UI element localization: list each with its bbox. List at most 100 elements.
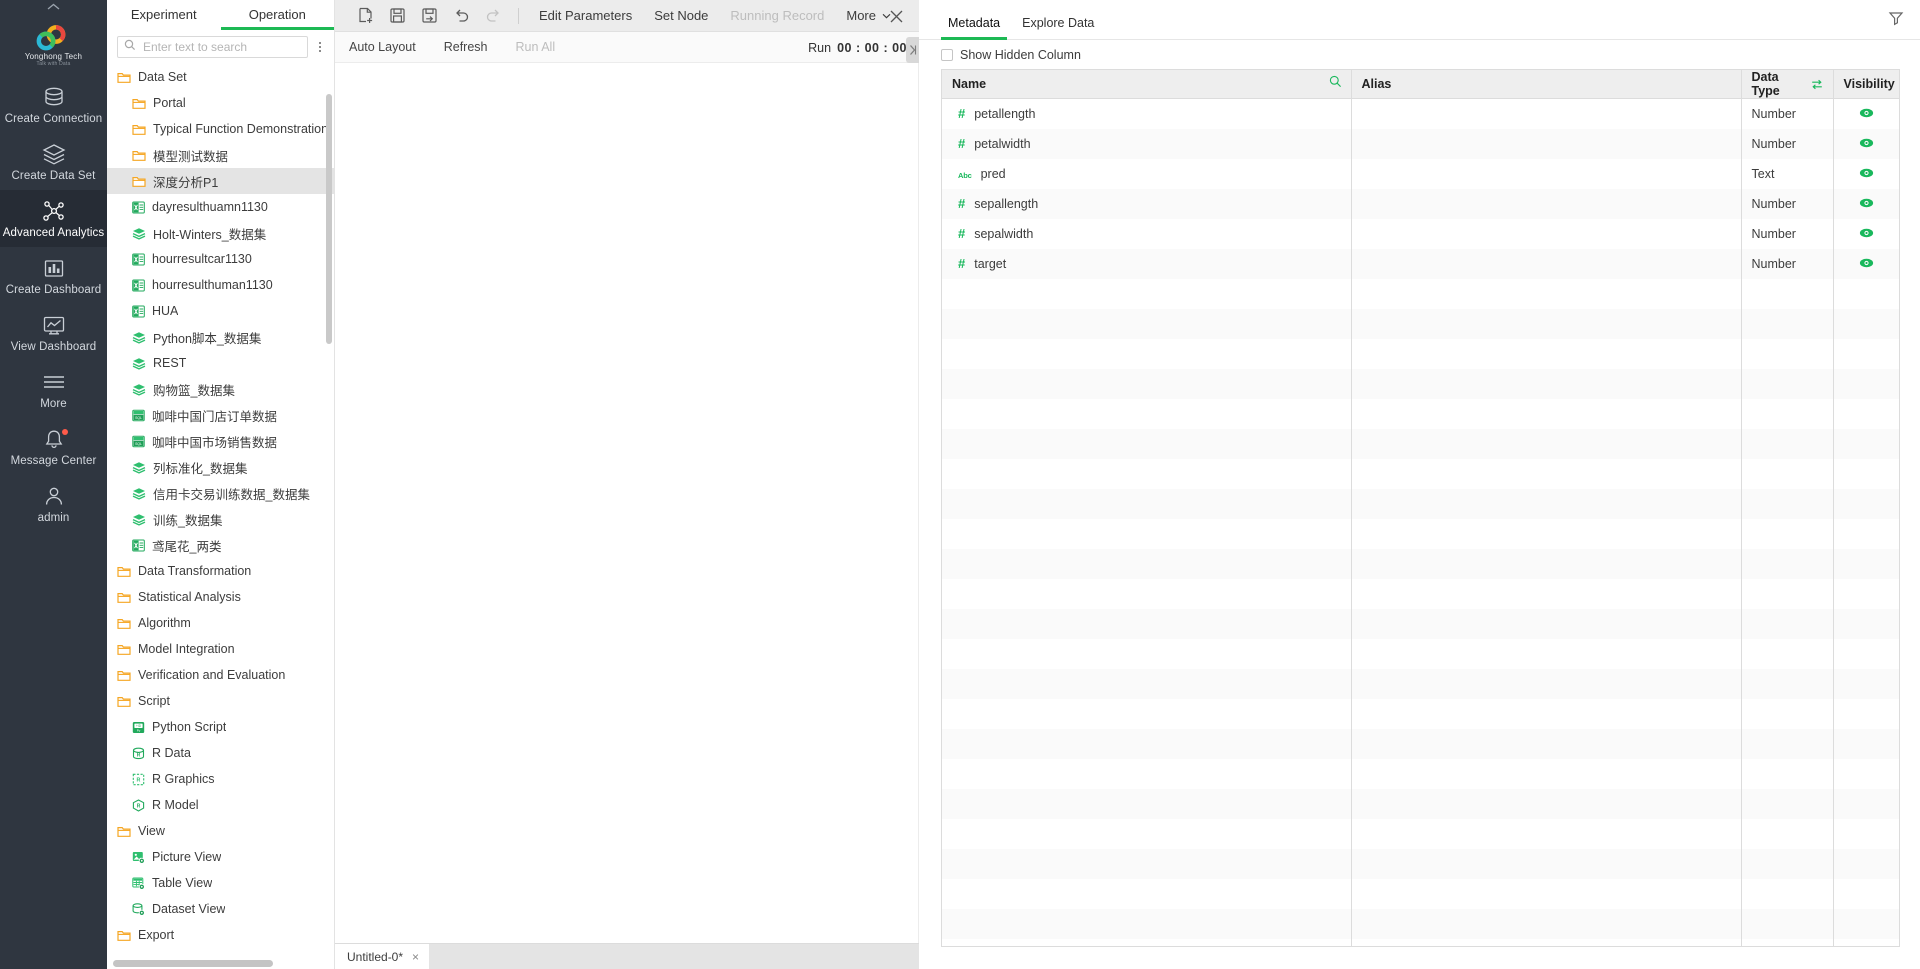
- rail-item-advanced-analytics[interactable]: Advanced Analytics: [0, 190, 107, 247]
- tree-node-dayresulthuamn1130[interactable]: dayresulthuamn1130: [107, 194, 334, 220]
- tree-node-portal[interactable]: Portal: [107, 90, 334, 116]
- cell-visibility[interactable]: [1833, 249, 1899, 279]
- new-file-icon[interactable]: [349, 0, 381, 32]
- tree-node-verification-and-evaluation[interactable]: Verification and Evaluation: [107, 662, 334, 688]
- table-row[interactable]: # petallength Number: [942, 98, 1899, 129]
- table-row[interactable]: # sepalwidth Number: [942, 218, 1899, 249]
- tree-node-r-model[interactable]: R R Model: [107, 792, 334, 818]
- cell-visibility[interactable]: [1833, 99, 1899, 129]
- collapse-panel-icon[interactable]: [906, 37, 919, 63]
- tab-explore-data[interactable]: Explore Data: [1011, 16, 1105, 39]
- tree-node-algorithm[interactable]: Algorithm: [107, 610, 334, 636]
- tree-node-model-integration[interactable]: Model Integration: [107, 636, 334, 662]
- tree-node-[interactable]: SQL 咖啡中国门店订单数据: [107, 402, 334, 428]
- show-hidden-column-checkbox[interactable]: [941, 48, 953, 61]
- cell-data-type[interactable]: Number: [1741, 188, 1834, 219]
- cell-alias[interactable]: [1351, 248, 1742, 279]
- tree-node-[interactable]: 鸢尾花_两类: [107, 532, 334, 558]
- search-input[interactable]: [141, 39, 301, 55]
- tab-metadata[interactable]: Metadata: [937, 16, 1011, 40]
- tree-node-hourresulthuman1130[interactable]: hourresulthuman1130: [107, 272, 334, 298]
- brand-logo[interactable]: Yonghong Tech Talk with Data: [0, 14, 107, 76]
- rail-item-create-data-set[interactable]: Create Data Set: [0, 133, 107, 190]
- tree-node-[interactable]: 信用卡交易训练数据_数据集: [107, 480, 334, 506]
- tree-node-python[interactable]: Python脚本_数据集: [107, 324, 334, 350]
- kebab-menu-icon[interactable]: [312, 36, 328, 58]
- tree-node-export[interactable]: Export: [107, 922, 334, 948]
- tree-node-statistical-analysis[interactable]: Statistical Analysis: [107, 584, 334, 610]
- close-icon[interactable]: [873, 0, 919, 32]
- eye-icon[interactable]: [1859, 108, 1874, 118]
- table-row[interactable]: # target Number: [942, 248, 1899, 279]
- cell-data-type[interactable]: Number: [1741, 218, 1834, 249]
- rail-item-more[interactable]: More: [0, 361, 107, 418]
- save-as-icon[interactable]: [413, 0, 445, 32]
- rail-item-create-connection[interactable]: Create Connection: [0, 76, 107, 133]
- tree-node-p1[interactable]: 深度分析P1: [107, 168, 334, 194]
- tree-list[interactable]: Data Set Portal Typical Function Demonstra…: [107, 64, 334, 969]
- rail-item-message-center[interactable]: Message Center: [0, 418, 107, 475]
- column-header-name[interactable]: Name: [942, 70, 1352, 99]
- tree-node-view[interactable]: View: [107, 818, 334, 844]
- cell-data-type[interactable]: Text: [1741, 158, 1834, 189]
- cell-visibility[interactable]: [1833, 159, 1899, 189]
- tab-operation[interactable]: Operation: [220, 0, 335, 30]
- tree-node-[interactable]: 模型测试数据: [107, 142, 334, 168]
- auto-layout-button[interactable]: Auto Layout: [335, 32, 430, 63]
- cell-data-type[interactable]: Number: [1741, 128, 1834, 159]
- tree-node-script[interactable]: Script: [107, 688, 334, 714]
- cell-alias[interactable]: [1351, 158, 1742, 189]
- column-header-alias[interactable]: Alias: [1351, 70, 1742, 99]
- tree-horizontal-scrollbar[interactable]: [107, 960, 332, 967]
- tree-node-[interactable]: SQL 咖啡中国市场销售数据: [107, 428, 334, 454]
- tree-node-typical-function-demonstration[interactable]: Typical Function Demonstration: [107, 116, 334, 142]
- table-row[interactable]: # sepallength Number: [942, 188, 1899, 219]
- eye-icon[interactable]: [1859, 198, 1874, 208]
- tree-vertical-scrollbar[interactable]: [326, 66, 332, 721]
- swap-icon[interactable]: [1811, 79, 1823, 90]
- search-icon[interactable]: [1329, 75, 1342, 91]
- tree-node-picture-view[interactable]: Picture View: [107, 844, 334, 870]
- tab-experiment[interactable]: Experiment: [107, 0, 221, 30]
- cell-alias[interactable]: [1351, 98, 1742, 129]
- flow-canvas[interactable]: irix: [335, 63, 919, 943]
- edit-parameters-button[interactable]: Edit Parameters: [528, 0, 643, 32]
- cell-alias[interactable]: [1351, 128, 1742, 159]
- tree-node-[interactable]: 购物篮_数据集: [107, 376, 334, 402]
- tree-node-table-view[interactable]: Table View: [107, 870, 334, 896]
- eye-icon[interactable]: [1859, 228, 1874, 238]
- cell-visibility[interactable]: [1833, 189, 1899, 219]
- rail-collapse-toggle[interactable]: [0, 0, 107, 14]
- set-node-button[interactable]: Set Node: [643, 0, 719, 32]
- cell-visibility[interactable]: [1833, 219, 1899, 249]
- search-box[interactable]: [117, 36, 308, 58]
- show-hidden-column-row[interactable]: Show Hidden Column: [919, 40, 1920, 69]
- rail-item-view-dashboard[interactable]: View Dashboard: [0, 304, 107, 361]
- tree-node-holt-winters[interactable]: Holt-Winters_数据集: [107, 220, 334, 246]
- tree-node-python-script[interactable]: +ID Py Python Script: [107, 714, 334, 740]
- column-header-data-type[interactable]: Data Type: [1741, 70, 1834, 99]
- cell-visibility[interactable]: [1833, 129, 1899, 159]
- filter-icon[interactable]: [1888, 10, 1904, 31]
- cell-alias[interactable]: [1351, 188, 1742, 219]
- tree-node-hourresultcar1130[interactable]: hourresultcar1130: [107, 246, 334, 272]
- cell-data-type[interactable]: Number: [1741, 98, 1834, 129]
- tree-node-[interactable]: 列标准化_数据集: [107, 454, 334, 480]
- close-icon[interactable]: ×: [412, 950, 419, 964]
- rail-item-admin[interactable]: admin: [0, 475, 107, 532]
- tree-node-rest[interactable]: REST: [107, 350, 334, 376]
- table-row[interactable]: # petalwidth Number: [942, 128, 1899, 159]
- tree-node-dataset-view[interactable]: Dataset View: [107, 896, 334, 922]
- cell-data-type[interactable]: Number: [1741, 248, 1834, 279]
- column-header-visibility[interactable]: Visibility: [1833, 70, 1899, 99]
- save-icon[interactable]: [381, 0, 413, 32]
- eye-icon[interactable]: [1859, 138, 1874, 148]
- tree-node-[interactable]: 训练_数据集: [107, 506, 334, 532]
- tree-node-data-transformation[interactable]: Data Transformation: [107, 558, 334, 584]
- undo-icon[interactable]: [445, 0, 477, 32]
- eye-icon[interactable]: [1859, 258, 1874, 268]
- refresh-button[interactable]: Refresh: [430, 32, 502, 63]
- tree-node-r-graphics[interactable]: R R Graphics: [107, 766, 334, 792]
- document-tab-untitled[interactable]: Untitled-0* ×: [335, 944, 430, 969]
- table-row[interactable]: Abc pred Text: [942, 158, 1899, 189]
